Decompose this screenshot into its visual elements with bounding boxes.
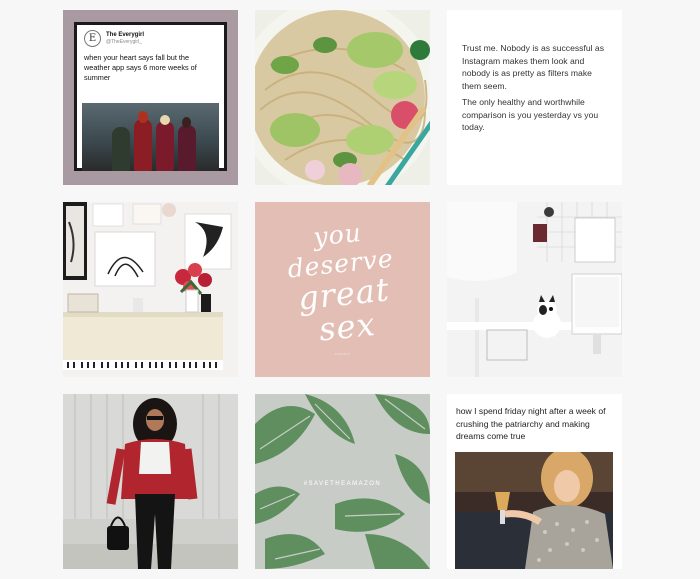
account-name: The Everygirl (106, 32, 145, 38)
watermark: • • • • • • • (335, 352, 350, 356)
post-tile-tweet[interactable]: E The Everygirl @TheEverygirl_ when your… (63, 10, 238, 185)
tweet-text: when your heart says fall but the weathe… (84, 53, 197, 82)
script-text: you deserve great sex (255, 211, 430, 353)
tweet-card: E The Everygirl @TheEverygirl_ when your… (74, 22, 227, 171)
living-room-image (63, 202, 238, 377)
tweet-photo (455, 452, 613, 569)
hashtag-text: #SAVETHEAMAZON (303, 481, 382, 487)
post-tile-fashion[interactable] (63, 394, 238, 569)
tweet-caption: how I spend friday night after a week of… (456, 406, 606, 441)
post-tile-leaves[interactable]: #SAVETHEAMAZON (255, 394, 430, 569)
noodle-bowl-image (255, 10, 430, 185)
tweet-photo (82, 103, 219, 171)
desk-image (447, 202, 622, 377)
post-tile-desk[interactable] (447, 202, 622, 377)
post-tile-tweet-photo[interactable]: how I spend friday night after a week of… (447, 394, 622, 569)
post-tile-quote[interactable]: Trust me. Nobody is as successful as Ins… (447, 10, 622, 185)
quote-paragraph-2: The only healthy and worthwhile comparis… (462, 97, 599, 132)
sequin-dress-image (455, 452, 613, 569)
post-tile-living-room[interactable] (63, 202, 238, 377)
post-tile-typography[interactable]: you deserve great sex • • • • • • • (255, 202, 430, 377)
account-logo: E (84, 30, 101, 47)
tweet-header: E The Everygirl @TheEverygirl_ (84, 30, 217, 47)
post-tile-noodle-bowl[interactable] (255, 10, 430, 185)
fashion-image (63, 394, 238, 569)
account-handle: @TheEverygirl_ (106, 39, 142, 45)
quote-paragraph-1: Trust me. Nobody is as successful as Ins… (462, 43, 605, 91)
